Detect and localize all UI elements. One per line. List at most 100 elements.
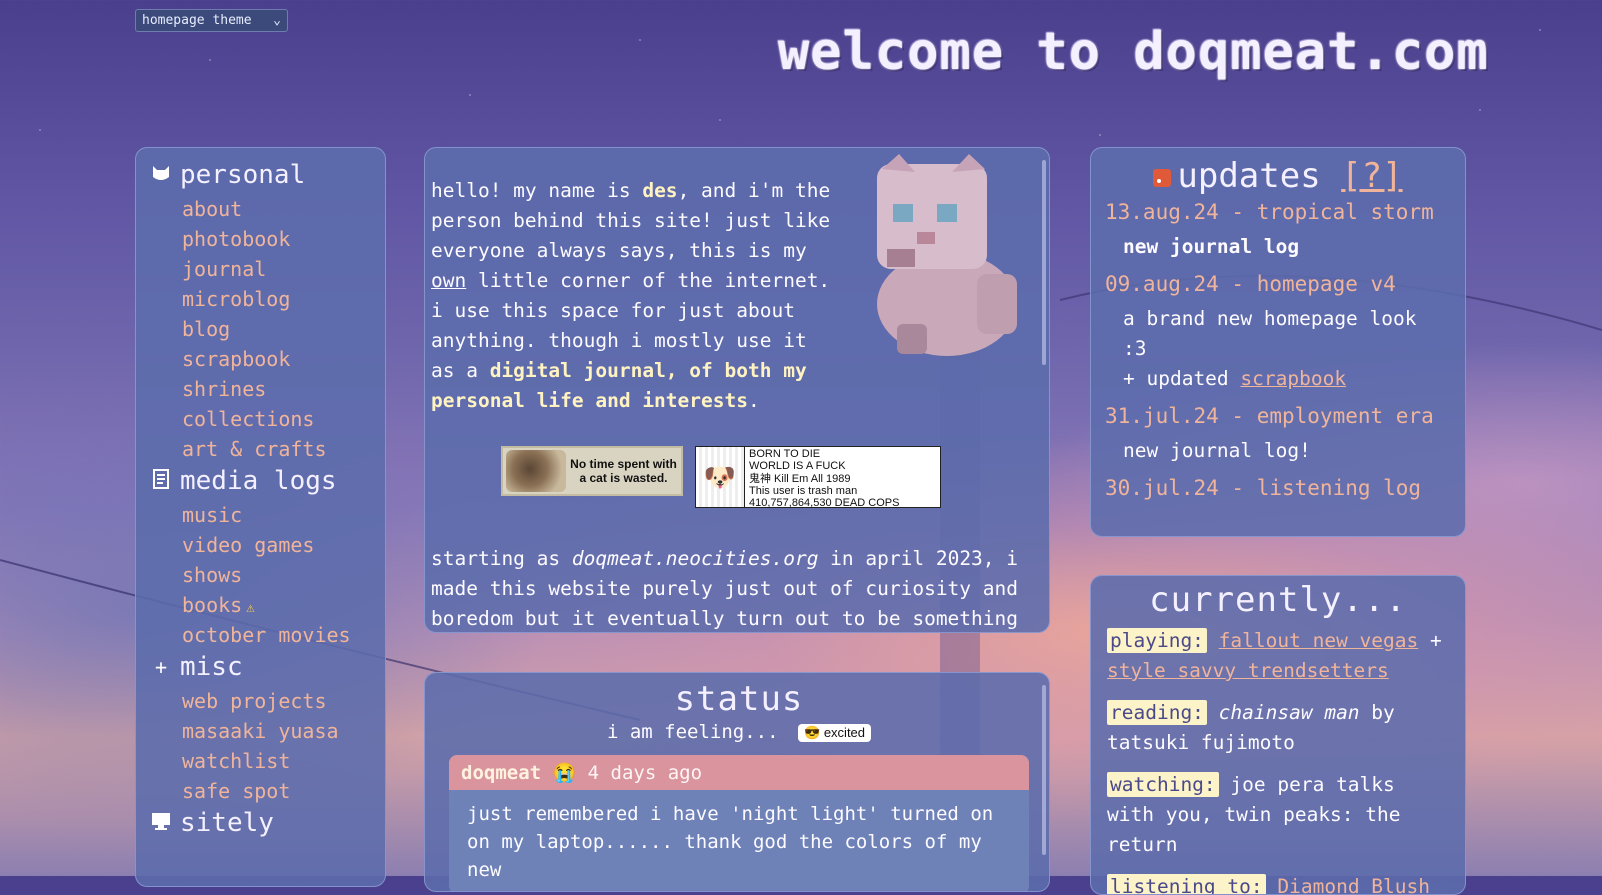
nav-link-about[interactable]: about (182, 194, 371, 224)
currently-reading: reading: chainsaw man by tatsuki fujimot… (1107, 698, 1449, 758)
nav-link-blog[interactable]: blog (182, 314, 371, 344)
currently-title: currently... (1149, 580, 1407, 620)
nav-link-watchlist[interactable]: watchlist (182, 746, 371, 776)
nav-link-shows[interactable]: shows (182, 560, 371, 590)
intro-paragraph-2: starting as doqmeat.neocities.org in apr… (431, 544, 1041, 632)
warning-icon: ⚠ (246, 600, 255, 616)
updates-header: updates [?] (1105, 156, 1451, 196)
theme-select-label: homepage theme (142, 13, 252, 28)
update-date: 31.jul.24 - employment era (1105, 404, 1434, 428)
nav-section-misc: + misc (150, 652, 371, 682)
updates-help-link[interactable]: [?] (1341, 156, 1402, 196)
intro-domain: doqmeat.neocities.org (571, 547, 819, 570)
site-title: welcome to doqmeat.com (778, 22, 1489, 82)
nav-section-title: misc (180, 652, 243, 682)
nav-section-personal: personal (150, 160, 371, 190)
status-panel: status i am feeling... 😎 excited doqmeat… (424, 672, 1050, 892)
nav-link-shrines[interactable]: shrines (182, 374, 371, 404)
nav-link-safe-spot[interactable]: safe spot (182, 776, 371, 806)
intro-scrollbar[interactable] (1042, 160, 1046, 365)
update-text: new journal log! (1123, 439, 1311, 462)
nav-link-masaaki-yuasa[interactable]: masaaki yuasa (182, 716, 371, 746)
scrapbook-link[interactable]: scrapbook (1240, 367, 1346, 390)
blinkie-line: WORLD IS A FUCK (749, 460, 846, 473)
plush-cat-image (877, 154, 1017, 356)
post-header: doqmeat 😭 4 days ago (449, 755, 1029, 790)
dog-drawing-icon: 🐶 (696, 447, 745, 507)
update-text-prefix: + updated (1123, 367, 1241, 390)
post-time: 4 days ago (587, 762, 703, 784)
nav-link-journal[interactable]: journal (182, 254, 371, 284)
watching-label: watching: (1107, 772, 1219, 797)
cat-blinkie: No time spent with a cat is wasted. (501, 446, 683, 496)
intro-panel: hello! my name is des, and i'm the perso… (424, 147, 1050, 633)
plus-icon: + (154, 655, 168, 679)
monitor-icon (150, 811, 172, 835)
currently-playing: playing: fallout new vegas + style savvy… (1107, 626, 1449, 686)
blinkie-line: No time spent with (570, 457, 677, 471)
nav-link-web-projects[interactable]: web projects (182, 686, 371, 716)
update-text-line: a brand new homepage look :3 (1123, 307, 1417, 360)
mood-text: excited (823, 724, 866, 740)
fallout-link[interactable]: fallout new vegas (1219, 629, 1419, 652)
nav-link-collections[interactable]: collections (182, 404, 371, 434)
post-username[interactable]: doqmeat (461, 762, 541, 784)
feeling-line: i am feeling... 😎 excited (449, 721, 1029, 743)
mood-badge: 😎 excited (798, 723, 872, 742)
updates-title: updates (1177, 156, 1321, 196)
update-date: 30.jul.24 - listening log (1105, 476, 1422, 500)
chevron-down-icon: ⌄ (273, 13, 281, 28)
blinkie-line: This user is trash man (749, 484, 858, 497)
listening-label: listening to: (1107, 874, 1266, 894)
blinkie-line: 鬼神 Kill Em All 1989 (749, 472, 851, 485)
nav-link-october-movies[interactable]: october movies (182, 620, 371, 650)
cry-face-icon: 😭 (552, 762, 577, 784)
cat-photo-icon (506, 450, 566, 492)
post-body: just remembered i have 'night light' tur… (467, 803, 994, 881)
playing-separator: + (1418, 629, 1442, 652)
nav-link-books[interactable]: books ⚠ (182, 590, 371, 620)
status-title: status (674, 679, 804, 719)
nav-link-books-label: books (182, 593, 243, 617)
update-text-line: + updated scrapbook (1123, 364, 1451, 394)
cat-blinkie-text: No time spent with a cat is wasted. (566, 457, 681, 485)
intro-text: hello! my name is (431, 179, 643, 202)
reading-title: chainsaw man (1218, 701, 1360, 724)
intro-paragraph: hello! my name is des, and i'm the perso… (431, 176, 831, 416)
sunglasses-face-icon: 😎 (804, 724, 821, 740)
nav-link-scrapbook[interactable]: scrapbook (182, 344, 371, 374)
born-to-die-blinkie: 🐶 BORN TO DIE WORLD IS A FUCK 鬼神 Kill Em… (695, 446, 941, 510)
blinkie-line: BORN TO DIE (749, 448, 821, 460)
nav-link-video-games[interactable]: video games (182, 530, 371, 560)
blinkie-row: No time spent with a cat is wasted. 🐶 BO… (431, 446, 1041, 510)
homepage-theme-select[interactable]: homepage theme ⌄ (135, 9, 288, 32)
currently-panel: currently... playing: fallout new vegas … (1090, 575, 1466, 895)
nav-section-sitely: sitely (150, 808, 371, 838)
reading-label: reading: (1107, 700, 1207, 725)
intro-text: . (747, 389, 760, 412)
nav-link-art-crafts[interactable]: art & crafts (182, 434, 371, 464)
sidebar-nav: personal about photobook journal microbl… (135, 147, 386, 887)
feeling-label: i am feeling... (606, 721, 779, 743)
intro-name: des (642, 179, 678, 202)
playing-label: playing: (1107, 628, 1207, 653)
intro-emphasis: own (431, 269, 467, 292)
nav-section-title: sitely (180, 808, 274, 838)
currently-watching: watching: joe pera talks with you, twin … (1107, 770, 1449, 860)
nav-link-microblog[interactable]: microblog (182, 284, 371, 314)
update-text: new journal log (1123, 232, 1451, 262)
status-scrollbar[interactable] (1042, 685, 1046, 855)
nav-section-title: personal (180, 160, 306, 190)
nav-section-title: media logs (180, 466, 337, 496)
style-savvy-link[interactable]: style savvy trendsetters (1107, 659, 1389, 682)
intro-text: starting as (431, 547, 572, 570)
nav-link-music[interactable]: music (182, 500, 371, 530)
rss-icon[interactable] (1153, 168, 1172, 187)
nav-section-media-logs: media logs (150, 466, 371, 496)
diamond-blush-link[interactable]: Diamond Blush (1277, 875, 1430, 894)
blinkie-line: 410,757,864,530 DEAD COPS (749, 497, 900, 510)
nav-link-photobook[interactable]: photobook (182, 224, 371, 254)
currently-listening: listening to: Diamond Blush – (1107, 872, 1449, 894)
update-text: a brand new homepage look :3 + updated s… (1123, 304, 1451, 394)
update-date: 09.aug.24 - homepage v4 (1105, 272, 1396, 296)
